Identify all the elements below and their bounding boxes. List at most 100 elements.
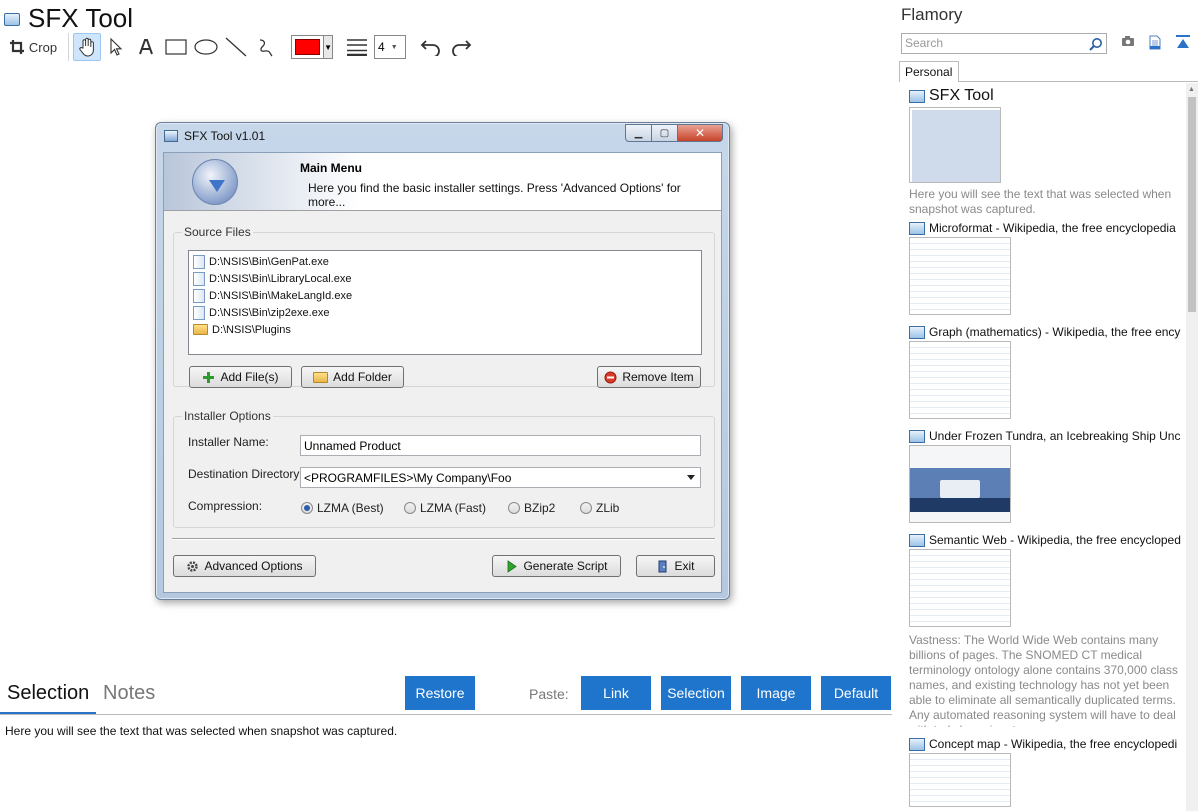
no-entry-icon [604,371,617,383]
generate-script-label: Generate Script [523,559,608,573]
close-icon: ✕ [694,126,706,140]
document-icon[interactable] [1149,35,1161,50]
maximize-button[interactable]: ▢ [652,124,678,142]
snapshot-item[interactable]: Graph (mathematics) - Wikipedia, the fre… [909,325,1181,419]
snapshot-thumbnail[interactable] [909,341,1011,419]
radio-label: ZLib [596,501,620,515]
file-icon [193,271,205,286]
list-item[interactable]: D:\NSIS\Bin\zip2exe.exe [193,304,697,321]
window-icon [909,221,925,235]
sidebar-scrollbar[interactable]: ▲ [1186,83,1198,811]
pen-color-picker[interactable]: ▼ [291,35,333,59]
radio-icon [580,502,592,514]
radio-icon [404,502,416,514]
snapshot-header: Concept map - Wikipedia, the free encycl… [909,737,1181,751]
snapshot-thumbnail[interactable] [909,753,1011,807]
chevron-down-icon: ▼ [323,36,332,58]
add-folder-button[interactable]: Add Folder [301,366,404,388]
snapshot-item[interactable]: Under Frozen Tundra, an Icebreaking Ship… [909,429,1181,523]
list-item[interactable]: D:\NSIS\Bin\GenPat.exe [193,253,697,270]
tab-selection[interactable]: Selection [7,682,89,705]
plus-icon [203,371,215,383]
installer-name-input[interactable]: Unnamed Product [300,435,701,456]
snapshot-snippet: Here you will see the text that was sele… [909,187,1172,216]
line-tool-button[interactable] [221,34,251,60]
scroll-up-icon[interactable]: ▲ [1188,86,1195,93]
undo-button[interactable] [416,34,446,60]
snapshot-thumbnail[interactable] [909,237,1011,315]
redo-icon [452,40,472,56]
snapshot-title: Under Frozen Tundra, an Icebreaking Ship… [929,429,1181,443]
snapshot-item[interactable]: Semantic Web - Wikipedia, the free encyc… [909,533,1181,727]
snapshot-item[interactable]: SFX Tool Here you will see the text that… [909,87,1181,217]
text-tool-button[interactable] [131,34,161,60]
snapshot-thumbnail[interactable] [909,549,1011,627]
scrollbar-thumb[interactable] [1188,97,1196,312]
add-files-button[interactable]: Add File(s) [189,366,292,388]
radio-label: BZip2 [524,501,556,515]
paste-image-button[interactable]: Image [741,676,811,710]
generate-script-button[interactable]: Generate Script [492,555,621,577]
radio-icon [508,502,520,514]
toolbar-separator [68,33,69,61]
crop-icon [9,40,24,54]
remove-item-button[interactable]: Remove Item [597,366,701,388]
rectangle-tool-button[interactable] [161,34,191,60]
line-width-button[interactable] [343,34,371,60]
paste-default-button[interactable]: Default [821,676,891,710]
exit-label: Exit [674,559,695,573]
select-tool-button[interactable] [101,34,131,60]
paste-selection-button[interactable]: Selection [661,676,731,710]
compression-radio-zlib[interactable]: ZLib [580,501,619,515]
minimize-button[interactable]: ▁ [625,124,652,142]
snapshot-item[interactable]: Concept map - Wikipedia, the free encycl… [909,737,1181,807]
compression-radio-lzma-best[interactable]: LZMA (Best) [301,501,384,515]
file-path: D:\NSIS\Bin\LibraryLocal.exe [209,272,352,285]
list-item[interactable]: D:\NSIS\Plugins [193,321,697,338]
destination-directory-select[interactable]: <PROGRAMFILES>\My Company\Foo [300,467,701,488]
search-icon[interactable] [1089,37,1103,51]
list-item[interactable]: D:\NSIS\Bin\MakeLangId.exe [193,287,697,304]
compression-radio-bzip2[interactable]: BZip2 [508,501,555,515]
advanced-options-button[interactable]: Advanced Options [173,555,316,577]
tab-personal[interactable]: Personal [899,61,959,82]
crop-button[interactable]: Crop [4,34,62,60]
crop-label: Crop [28,39,58,55]
maximize-icon: ▢ [659,127,670,139]
freehand-tool-button[interactable] [251,34,281,60]
minimize-icon: ▁ [634,127,643,139]
tab-divider [959,81,1198,82]
source-files-list[interactable]: D:\NSIS\Bin\GenPat.exe D:\NSIS\Bin\Libra… [188,250,702,355]
file-icon [193,288,205,303]
installer-name-label: Installer Name: [188,435,269,449]
snapshot-thumbnail[interactable] [909,107,1001,183]
exit-button[interactable]: Exit [636,555,715,577]
flamory-sidebar: Flamory Search Personal SFX Tool Here yo… [895,0,1198,811]
close-button[interactable]: ✕ [678,124,723,142]
search-input[interactable]: Search [901,33,1107,54]
redo-button[interactable] [446,34,476,60]
snapshot-editor: SFX Tool Crop ▼ 4 ▼ SFX Tool v1.01 ▁ ▢ ✕… [0,0,895,811]
paste-link-button[interactable]: Link [581,676,651,710]
snapshot-item[interactable]: Microformat - Wikipedia, the free encycl… [909,221,1181,315]
collapse-panel-icon[interactable] [1175,35,1191,49]
divider [0,714,892,715]
selection-text[interactable]: Here you will see the text that was sele… [5,724,397,738]
tab-notes[interactable]: Notes [103,682,155,705]
compression-radio-lzma-fast[interactable]: LZMA (Fast) [404,501,486,515]
hand-tool-button[interactable] [73,33,101,61]
list-item[interactable]: D:\NSIS\Bin\LibraryLocal.exe [193,270,697,287]
camera-icon[interactable] [1121,35,1135,47]
line-width-select[interactable]: 4 ▼ [374,35,406,59]
snapshot-thumbnail[interactable] [909,445,1011,523]
sfx-tool-dialog: SFX Tool v1.01 ▁ ▢ ✕ Main Menu Here you … [155,122,730,600]
snapshot-header: Under Frozen Tundra, an Icebreaking Ship… [909,429,1181,443]
file-icon [193,305,205,320]
window-icon [909,89,925,103]
restore-button[interactable]: Restore [405,676,475,710]
radio-icon [301,502,313,514]
folder-path: D:\NSIS\Plugins [212,323,291,336]
ellipse-tool-button[interactable] [191,34,221,60]
rectangle-icon [165,39,187,55]
file-path: D:\NSIS\Bin\GenPat.exe [209,255,329,268]
